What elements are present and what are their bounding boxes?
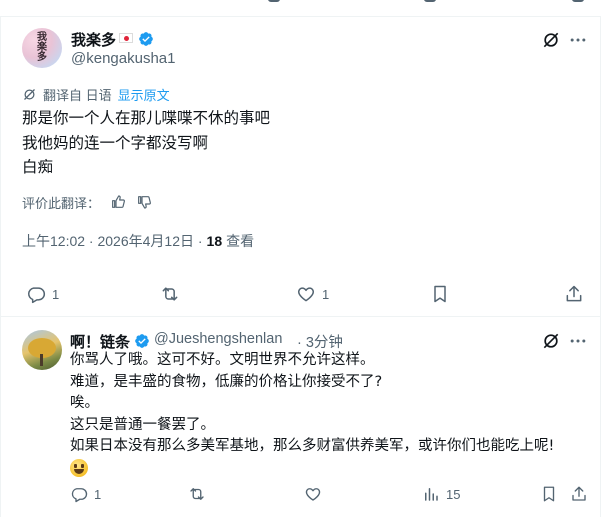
like-icon <box>305 488 321 501</box>
bookmark-button[interactable] <box>430 284 450 304</box>
retweet-button[interactable] <box>188 484 206 504</box>
reply-time[interactable]: · 3分钟 <box>297 331 343 352</box>
reply-icon <box>28 287 46 304</box>
views-count: 15 <box>446 486 461 502</box>
more-icon-graphic <box>570 38 586 42</box>
retweet-icon <box>190 488 204 500</box>
more-icon[interactable] <box>568 30 588 50</box>
share-button[interactable] <box>570 484 588 504</box>
japan-flag-icon <box>119 33 133 43</box>
bookmark-button[interactable] <box>540 484 558 504</box>
reply-avatar[interactable] <box>22 330 62 370</box>
retweet-icon <box>162 287 178 301</box>
reply-author-handle[interactable]: @Jueshengshenlan <box>154 331 282 347</box>
reply-line: 如果日本没有那么多美军基地，那么多财富供养美军，或许你们也能吃上呢! <box>70 438 555 454</box>
bookmark-icon <box>434 285 446 303</box>
avatar-trunk <box>40 354 43 366</box>
grok-icon[interactable] <box>541 331 561 351</box>
previous-action-fragment <box>424 0 436 2</box>
tweet-line: 那是你一个人在那儿喋喋不休的事吧 <box>22 109 271 127</box>
tweet-line: 我他妈的连一个字都没写啊 <box>22 133 209 152</box>
like-button[interactable]: 1 <box>296 284 329 304</box>
share-button[interactable] <box>564 284 584 304</box>
grok-icon-graphic <box>543 333 559 349</box>
reply-action-bar: 1 15 <box>70 478 590 510</box>
more-icon[interactable] <box>568 331 588 351</box>
grok-icon[interactable] <box>541 30 561 50</box>
share-icon <box>572 486 586 501</box>
verified-badge-icon <box>139 32 153 46</box>
author-name[interactable]: 我楽多 <box>71 29 116 50</box>
thumbs-up-icon[interactable] <box>110 194 126 210</box>
like-icon <box>297 287 315 302</box>
grok-icon <box>24 88 35 100</box>
reply-line: 这只是普通一餐罢了。 <box>70 416 215 433</box>
rate-translation: 评价此翻译： <box>22 192 152 212</box>
more-icon-graphic <box>570 339 586 343</box>
views-icon <box>425 488 438 501</box>
avatar[interactable]: 我 楽 多 <box>22 28 62 68</box>
timestamp[interactable]: 上午12:02 · 2026年4月12日 · <box>22 231 203 251</box>
show-original-link[interactable]: 显示原文 <box>118 85 170 104</box>
divider <box>0 16 601 17</box>
share-icon <box>566 285 582 302</box>
reply-count: 1 <box>52 286 60 302</box>
translation-label: 翻译自 日语 <box>43 87 112 103</box>
previous-tweet-strip <box>0 0 601 16</box>
reply-line: 唉。 <box>70 395 99 411</box>
like-button[interactable] <box>304 484 322 504</box>
reply-button[interactable]: 1 <box>26 284 59 304</box>
avatar-label: 我 楽 多 <box>22 28 62 68</box>
retweet-button[interactable] <box>160 284 180 304</box>
verified-badge-icon <box>135 334 149 348</box>
reply-line: 你骂人了哦。这可不好。文明世界不允许这样。 <box>70 352 375 368</box>
reply-author-name[interactable]: 啊！链条 <box>70 331 130 352</box>
views-count: 18 <box>206 233 223 249</box>
rate-translation-label: 评价此翻译： <box>22 195 101 211</box>
like-count: 1 <box>322 286 330 302</box>
action-bar: 1 1 <box>22 276 588 312</box>
reply-icon <box>71 488 88 503</box>
previous-action-fragment <box>268 0 280 2</box>
tweet-line: 白痴 <box>22 158 54 176</box>
reply-text: 你骂人了哦。这可不好。文明世界不允许这样。 难道，是丰盛的食物，低廉的价格让你接… <box>70 350 590 479</box>
bookmark-icon <box>543 486 555 502</box>
tweet-text: 那是你一个人在那儿喋喋不休的事吧 我他妈的连一个字都没写啊 白痴 <box>22 106 582 180</box>
column-border-left <box>0 16 1 517</box>
divider <box>0 316 601 317</box>
reply-line: 难道，是丰盛的食物，低廉的价格让你接受不了? <box>70 373 383 390</box>
views-label: 查看 <box>226 233 255 249</box>
author-handle[interactable]: @kengakusha1 <box>71 50 175 67</box>
grok-icon-graphic <box>543 32 559 48</box>
translation-notice: 翻译自 日语 显示原文 <box>22 85 170 103</box>
views-button[interactable]: 15 <box>422 484 460 504</box>
reply-button[interactable]: 1 <box>70 484 101 504</box>
avatar-char: 多 <box>37 52 47 63</box>
previous-action-fragment <box>572 0 584 2</box>
tweet-meta: 上午12:02 · 2026年4月12日 · 18 查看 <box>22 231 254 251</box>
reply-count: 1 <box>94 486 102 502</box>
grinning-face-emoji-icon <box>70 458 88 477</box>
thumbs-down-icon[interactable] <box>136 194 152 210</box>
